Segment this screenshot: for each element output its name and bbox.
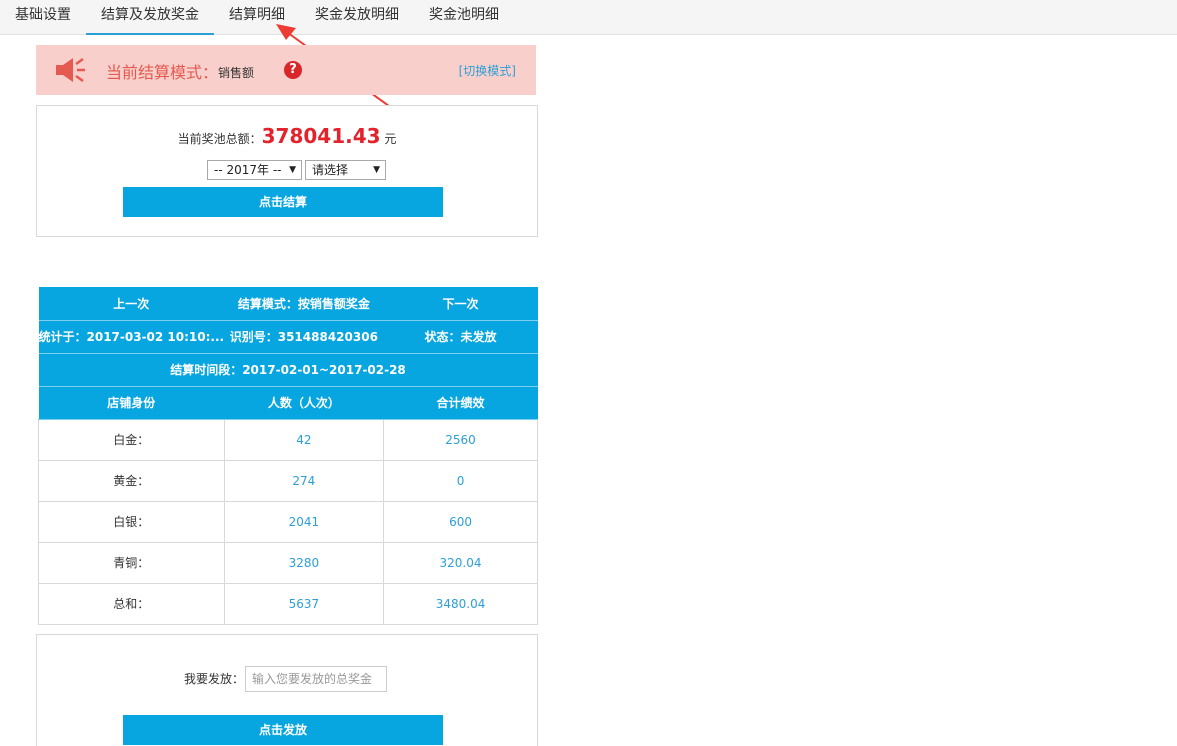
tier-count: 274 xyxy=(223,459,385,502)
table-row: 上一次 结算模式：按销售额奖金 下一次 xyxy=(38,287,538,321)
pool-total-label: 当前奖池总额： xyxy=(177,132,262,146)
switch-mode-link[interactable]: [切换模式] xyxy=(459,62,516,79)
pool-total-amount: 378041.43 xyxy=(261,124,381,148)
distribute-amount-input[interactable]: 输入您要发放的总奖金 xyxy=(245,666,387,692)
mode-value: 销售额 xyxy=(218,66,255,80)
year-select[interactable]: -- 2017年 -- ▼ xyxy=(207,160,302,180)
settlement-table: 上一次 结算模式：按销售额奖金 下一次 统计于：2017-03-02 10:10… xyxy=(38,287,538,625)
tier-name: 白金： xyxy=(38,418,225,461)
next-button[interactable]: 下一次 xyxy=(383,287,538,321)
pool-total-line: 当前奖池总额：378041.43 元 xyxy=(37,124,537,148)
table-row: 青铜： 3280 320.04 xyxy=(38,541,538,584)
column-header: 合计绩效 xyxy=(383,386,538,420)
mode-label: 当前结算模式： xyxy=(106,63,219,82)
table-row: 白金： 42 2560 xyxy=(38,418,538,461)
table-header-row: 店铺身份 人数（人次） 合计绩效 xyxy=(38,386,538,420)
tab-bonus-pool-details[interactable]: 奖金池明细 xyxy=(414,0,514,35)
table-row: 总和： 5637 3480.04 xyxy=(38,582,538,625)
tab-settle-and-distribute[interactable]: 结算及发放奖金 xyxy=(86,0,214,35)
chevron-down-icon: ▼ xyxy=(289,165,296,175)
period-select[interactable]: 请选择 ▼ xyxy=(305,160,386,180)
tier-count: 2041 xyxy=(223,500,385,543)
period-select-value: 请选择 xyxy=(312,163,349,177)
settlement-period: 结算时间段：2017-02-01~2017-02-28 xyxy=(38,353,538,387)
tier-name: 黄金： xyxy=(38,459,225,502)
table-row: 白银： 2041 600 xyxy=(38,500,538,543)
tier-name: 青铜： xyxy=(38,541,225,584)
tab-settlement-details[interactable]: 结算明细 xyxy=(214,0,300,35)
tier-count: 5637 xyxy=(223,582,385,625)
tab-basic-settings[interactable]: 基础设置 xyxy=(0,0,86,35)
tier-total: 320.04 xyxy=(383,541,538,584)
table-row: 黄金： 274 0 xyxy=(38,459,538,502)
settle-button[interactable]: 点击结算 xyxy=(123,187,443,217)
tier-total: 3480.04 xyxy=(383,582,538,625)
stat-time: 统计于：2017-03-02 10:10:... xyxy=(38,320,225,354)
chevron-down-icon: ▼ xyxy=(373,165,380,175)
settlement-id: 识别号：351488420306 xyxy=(224,320,384,354)
distribute-label: 我要发放： xyxy=(184,672,245,686)
column-header: 店铺身份 xyxy=(38,386,225,420)
tier-count: 3280 xyxy=(223,541,385,584)
column-header: 人数（人次） xyxy=(224,386,384,420)
distribute-panel: 我要发放： 输入您要发放的总奖金 点击发放 xyxy=(36,634,538,746)
tier-total: 600 xyxy=(383,500,538,543)
speaker-icon xyxy=(56,57,85,83)
tier-name: 总和： xyxy=(38,582,225,625)
year-select-value: -- 2017年 -- xyxy=(214,163,282,177)
tier-total: 2560 xyxy=(383,418,538,461)
settlement-status: 状态：未发放 xyxy=(383,320,538,354)
table-row: 统计于：2017-03-02 10:10:... 识别号：35148842030… xyxy=(38,320,538,354)
bonus-pool-panel: 当前奖池总额：378041.43 元 -- 2017年 -- ▼ 请选择 ▼ 点… xyxy=(36,105,538,237)
tab-bonus-distribution-details[interactable]: 奖金发放明细 xyxy=(300,0,414,35)
help-icon[interactable]: ? xyxy=(284,61,302,79)
tier-name: 白银： xyxy=(38,500,225,543)
settlement-mode-text: 结算模式：按销售额奖金 xyxy=(224,287,384,321)
pool-unit: 元 xyxy=(384,132,397,146)
tier-count: 42 xyxy=(223,418,385,461)
tier-total: 0 xyxy=(383,459,538,502)
prev-button[interactable]: 上一次 xyxy=(38,287,225,321)
settlement-mode-banner: 当前结算模式： 销售额 ? [切换模式] xyxy=(36,45,536,95)
table-row: 结算时间段：2017-02-01~2017-02-28 xyxy=(38,353,538,387)
distribute-button[interactable]: 点击发放 xyxy=(123,715,443,745)
tab-bar: 基础设置 结算及发放奖金 结算明细 奖金发放明细 奖金池明细 xyxy=(0,0,1177,35)
